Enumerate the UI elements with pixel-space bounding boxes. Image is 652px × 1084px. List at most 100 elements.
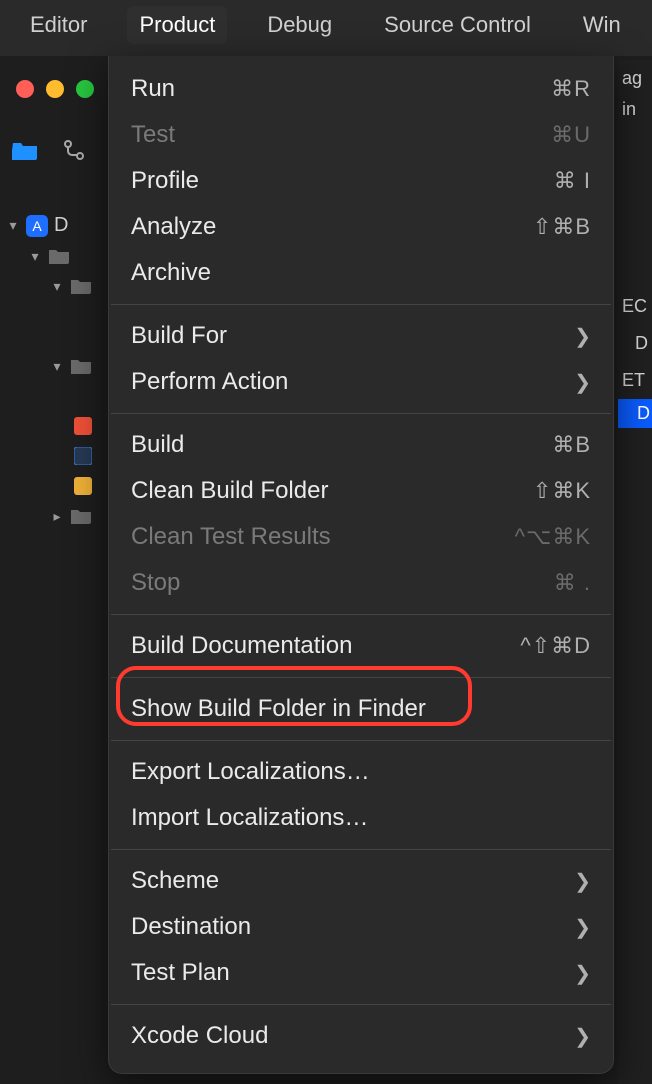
project-navigator: ▾ A D ▾ ▾ ▾ ▸ bbox=[6, 210, 106, 531]
menu-item-shortcut: ⌘R bbox=[551, 76, 591, 102]
chevron-down-icon: ▾ bbox=[50, 358, 64, 375]
menu-item-clean-test-results: Clean Test Results ^⌥⌘K bbox=[109, 514, 613, 560]
menu-separator bbox=[111, 1004, 611, 1005]
nav-file-2[interactable] bbox=[6, 441, 106, 471]
menubar-item-source-control[interactable]: Source Control bbox=[372, 6, 543, 44]
nav-folder-3[interactable]: ▾ bbox=[6, 351, 106, 381]
chevron-down-icon: ▾ bbox=[50, 278, 64, 295]
menu-item-shortcut: ⌘ I bbox=[554, 168, 591, 194]
menu-item-shortcut: ⌘B bbox=[552, 432, 591, 458]
menu-item-destination[interactable]: Destination ❯ bbox=[109, 904, 613, 950]
folder-icon[interactable] bbox=[12, 140, 38, 160]
menu-item-run[interactable]: Run ⌘R bbox=[109, 66, 613, 112]
menu-item-label: Xcode Cloud bbox=[131, 1022, 574, 1050]
menu-separator bbox=[111, 304, 611, 305]
nav-swift-file-3[interactable] bbox=[6, 471, 106, 501]
swift-file-icon bbox=[72, 475, 94, 497]
source-control-icon[interactable] bbox=[62, 138, 86, 162]
folder-icon bbox=[70, 505, 92, 527]
close-window-button[interactable] bbox=[16, 80, 34, 98]
menu-item-archive[interactable]: Archive bbox=[109, 250, 613, 296]
menu-item-label: Clean Test Results bbox=[131, 523, 515, 551]
menu-item-perform-action[interactable]: Perform Action ❯ bbox=[109, 359, 613, 405]
menu-item-label: Analyze bbox=[131, 213, 533, 241]
right-label: EC bbox=[618, 288, 652, 325]
menu-item-label: Export Localizations… bbox=[131, 758, 591, 786]
chevron-right-icon: ❯ bbox=[574, 915, 591, 940]
menu-item-export-localizations[interactable]: Export Localizations… bbox=[109, 749, 613, 795]
editor-right-edge: ag in EC D ET D bbox=[618, 60, 652, 1084]
swift-file-icon bbox=[72, 415, 94, 437]
window-controls bbox=[16, 80, 94, 98]
chevron-right-icon: ❯ bbox=[574, 961, 591, 986]
menu-item-label: Destination bbox=[131, 913, 574, 941]
nav-root-label: D bbox=[54, 214, 68, 237]
app-icon: A bbox=[26, 215, 48, 237]
menu-item-stop: Stop ⌘ . bbox=[109, 560, 613, 606]
navigator-toolbar bbox=[12, 138, 86, 162]
minimize-window-button[interactable] bbox=[46, 80, 64, 98]
chevron-right-icon: ❯ bbox=[574, 1024, 591, 1049]
right-label: ET bbox=[618, 362, 652, 399]
chevron-right-icon: ❯ bbox=[574, 324, 591, 349]
chevron-right-icon: ❯ bbox=[574, 869, 591, 894]
menu-item-label: Clean Build Folder bbox=[131, 477, 533, 505]
nav-folder-2[interactable]: ▾ bbox=[6, 271, 106, 301]
right-label: in bbox=[618, 91, 652, 128]
nav-folder-4[interactable]: ▸ bbox=[6, 501, 106, 531]
folder-icon bbox=[70, 355, 92, 377]
zoom-window-button[interactable] bbox=[76, 80, 94, 98]
menu-item-test: Test ⌘U bbox=[109, 112, 613, 158]
menu-item-label: Test Plan bbox=[131, 959, 574, 987]
menu-item-label: Profile bbox=[131, 167, 554, 195]
menubar-item-editor[interactable]: Editor bbox=[18, 6, 99, 44]
right-label-selected[interactable]: D bbox=[618, 399, 652, 428]
menu-item-show-build-folder-in-finder[interactable]: Show Build Folder in Finder bbox=[109, 686, 613, 732]
chevron-down-icon: ▾ bbox=[6, 217, 20, 234]
chevron-down-icon: ▾ bbox=[28, 248, 42, 265]
menu-separator bbox=[111, 413, 611, 414]
menu-separator bbox=[111, 677, 611, 678]
menu-item-shortcut: ⌘ . bbox=[554, 570, 591, 596]
menu-item-analyze[interactable]: Analyze ⇧⌘B bbox=[109, 204, 613, 250]
menu-item-scheme[interactable]: Scheme ❯ bbox=[109, 858, 613, 904]
menubar-item-debug[interactable]: Debug bbox=[255, 6, 344, 44]
menu-item-shortcut: ⌘U bbox=[551, 122, 591, 148]
nav-root[interactable]: ▾ A D bbox=[6, 210, 106, 241]
menu-item-build[interactable]: Build ⌘B bbox=[109, 422, 613, 468]
menu-item-label: Test bbox=[131, 121, 551, 149]
menu-item-shortcut: ⇧⌘K bbox=[533, 478, 591, 504]
menu-item-label: Import Localizations… bbox=[131, 804, 591, 832]
chevron-right-icon: ▸ bbox=[50, 508, 64, 525]
right-label: D bbox=[618, 325, 652, 362]
menubar-item-window[interactable]: Win bbox=[571, 6, 633, 44]
menu-item-build-for[interactable]: Build For ❯ bbox=[109, 313, 613, 359]
menu-item-label: Show Build Folder in Finder bbox=[131, 695, 591, 723]
menu-separator bbox=[111, 614, 611, 615]
nav-folder-1[interactable]: ▾ bbox=[6, 241, 106, 271]
menu-item-import-localizations[interactable]: Import Localizations… bbox=[109, 795, 613, 841]
menu-item-label: Build bbox=[131, 431, 552, 459]
nav-swift-file-1[interactable] bbox=[6, 411, 106, 441]
menu-item-label: Stop bbox=[131, 569, 554, 597]
menu-separator bbox=[111, 849, 611, 850]
menu-item-test-plan[interactable]: Test Plan ❯ bbox=[109, 950, 613, 996]
menu-item-shortcut: ^⌥⌘K bbox=[515, 524, 591, 550]
svg-text:A: A bbox=[32, 218, 42, 234]
menubar-item-product[interactable]: Product bbox=[127, 6, 227, 44]
menu-separator bbox=[111, 740, 611, 741]
menu-item-profile[interactable]: Profile ⌘ I bbox=[109, 158, 613, 204]
menu-item-label: Build For bbox=[131, 322, 574, 350]
folder-icon bbox=[48, 245, 70, 267]
menu-item-xcode-cloud[interactable]: Xcode Cloud ❯ bbox=[109, 1013, 613, 1059]
menu-item-shortcut: ⇧⌘B bbox=[533, 214, 591, 240]
menu-item-build-documentation[interactable]: Build Documentation ^⇧⌘D bbox=[109, 623, 613, 669]
menubar: Editor Product Debug Source Control Win bbox=[0, 0, 652, 56]
menu-item-label: Scheme bbox=[131, 867, 574, 895]
folder-icon bbox=[70, 275, 92, 297]
menu-item-label: Perform Action bbox=[131, 368, 574, 396]
menu-item-label: Run bbox=[131, 75, 551, 103]
file-icon bbox=[72, 445, 94, 467]
menu-item-clean-build-folder[interactable]: Clean Build Folder ⇧⌘K bbox=[109, 468, 613, 514]
menu-item-shortcut: ^⇧⌘D bbox=[520, 633, 591, 659]
